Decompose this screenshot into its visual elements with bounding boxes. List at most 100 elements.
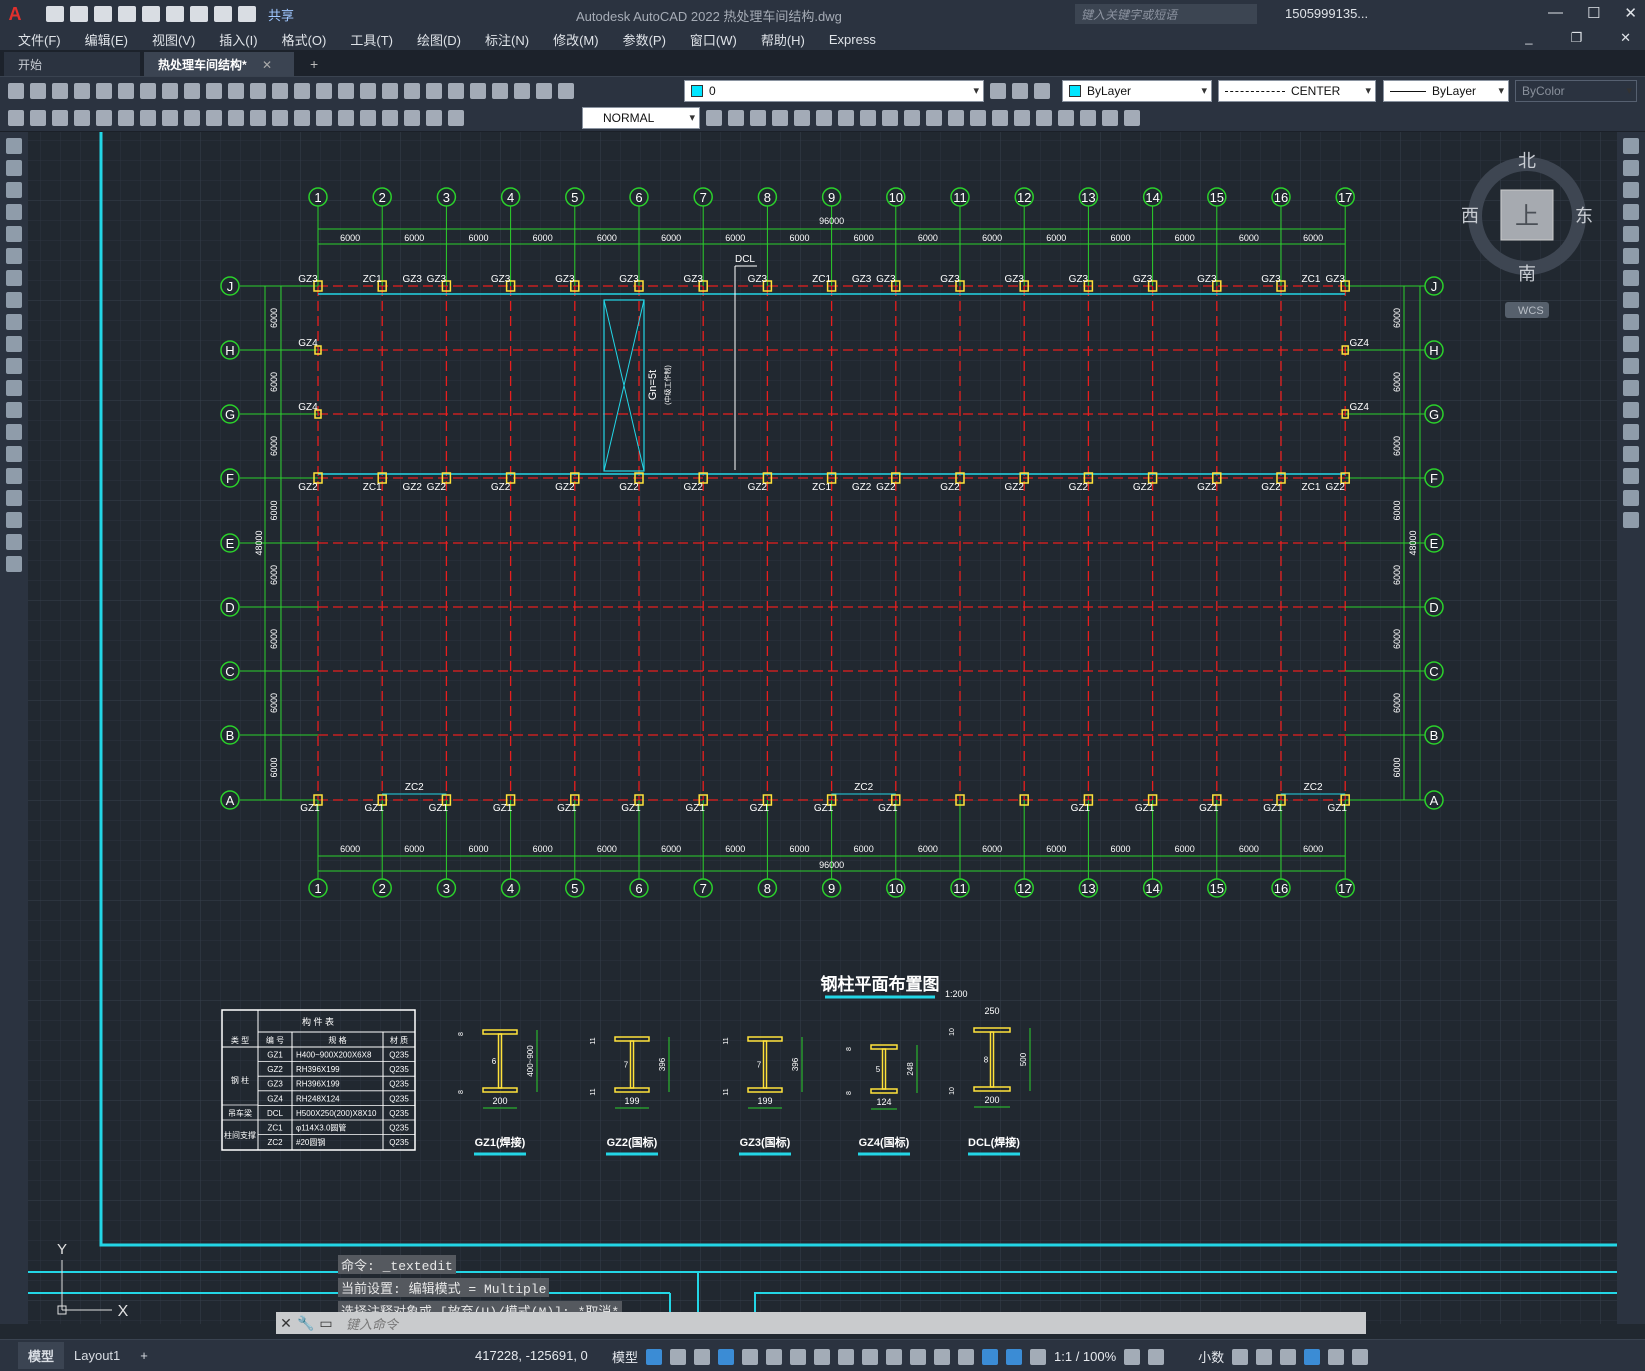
lock-ui-icon[interactable] [1256, 1348, 1273, 1365]
clean-screen-icon[interactable] [1328, 1348, 1345, 1365]
units-dropdown[interactable]: 小数 [1198, 1347, 1224, 1366]
linetype-dropdown[interactable]: CENTER [1218, 80, 1376, 102]
add-selected-icon[interactable] [6, 556, 22, 572]
save-web-icon[interactable] [166, 6, 184, 22]
tolerance-icon[interactable] [294, 110, 310, 126]
isolate-objects-icon[interactable] [1280, 1348, 1297, 1365]
text-icon[interactable] [6, 534, 22, 550]
diameter-icon[interactable] [140, 110, 156, 126]
radius-icon[interactable] [96, 110, 112, 126]
new-tab-button[interactable]: + [302, 52, 326, 76]
union-icon[interactable] [948, 110, 964, 126]
sweep-icon[interactable] [904, 110, 920, 126]
mdi-close-icon[interactable]: ✕ [1620, 30, 1631, 46]
add-layout-button[interactable]: + [130, 1344, 158, 1367]
layer-previous-icon[interactable] [990, 83, 1006, 99]
redo-icon[interactable] [294, 83, 310, 99]
menu-item-9[interactable]: 参数(P) [623, 30, 666, 49]
preview-icon[interactable] [96, 83, 112, 99]
chamfer-icon[interactable] [1623, 446, 1639, 462]
menu-item-5[interactable]: 工具(T) [350, 30, 393, 49]
dim-update-icon[interactable] [426, 110, 442, 126]
save-icon[interactable] [94, 6, 112, 22]
workspace-icon[interactable] [1124, 1348, 1141, 1365]
menu-item-0[interactable]: 文件(F) [18, 30, 61, 49]
subtract-icon[interactable] [970, 110, 986, 126]
ellipse-arc-icon[interactable] [6, 358, 22, 374]
copy-object-icon[interactable] [1623, 160, 1639, 176]
calculator-icon[interactable] [514, 83, 530, 99]
jogged-icon[interactable] [118, 110, 134, 126]
open-web-icon[interactable] [142, 6, 160, 22]
rectangle-icon[interactable] [6, 226, 22, 242]
menu-item-2[interactable]: 视图(V) [152, 30, 195, 49]
selection-cycling-icon[interactable] [886, 1348, 903, 1365]
close-tab-icon[interactable]: ✕ [262, 58, 272, 72]
layer-dropdown[interactable]: 0 [684, 80, 984, 102]
undo-icon[interactable] [272, 83, 288, 99]
open-file-icon[interactable] [70, 6, 88, 22]
insert-block-icon[interactable] [6, 380, 22, 396]
menu-item-3[interactable]: 插入(I) [219, 30, 257, 49]
table-icon[interactable] [6, 512, 22, 528]
construction-line-icon[interactable] [6, 160, 22, 176]
dim-style-icon[interactable] [448, 110, 464, 126]
command-input[interactable]: 键入命令 [336, 1314, 1366, 1333]
share-button[interactable]: 共享 [268, 5, 294, 24]
erase-icon[interactable] [1623, 138, 1639, 154]
auto-scale-icon[interactable] [1030, 1348, 1047, 1365]
new-icon[interactable] [8, 83, 24, 99]
baseline-icon[interactable] [206, 110, 222, 126]
gradient-icon[interactable] [6, 468, 22, 484]
material-icon[interactable] [1124, 110, 1140, 126]
tab-start[interactable]: 开始 [4, 52, 140, 76]
break-obj-icon[interactable] [1623, 402, 1639, 418]
search-input[interactable]: 键入关键字或短语 [1075, 4, 1257, 24]
menu-item-1[interactable]: 编辑(E) [85, 30, 128, 49]
viewcube-east[interactable]: 东 [1575, 206, 1593, 226]
zoom-previous-icon[interactable] [382, 83, 398, 99]
minimize-button[interactable]: — [1548, 4, 1563, 22]
trim-icon[interactable] [1623, 336, 1639, 352]
cut-icon[interactable] [162, 83, 178, 99]
isodraft-icon[interactable] [766, 1348, 783, 1365]
scale-icon[interactable] [1623, 292, 1639, 308]
menu-item-6[interactable]: 绘图(D) [417, 30, 461, 49]
extend-icon[interactable] [1623, 358, 1639, 374]
block-icon[interactable] [250, 83, 266, 99]
menu-item-12[interactable]: Express [829, 32, 876, 47]
print-icon[interactable] [74, 83, 90, 99]
polar-toggle-icon[interactable] [742, 1348, 759, 1365]
quick-dim-icon[interactable] [184, 110, 200, 126]
hatch-icon[interactable] [6, 446, 22, 462]
box-icon[interactable] [728, 110, 744, 126]
3d-osnap-icon[interactable] [910, 1348, 927, 1365]
model-space-toggle[interactable]: 模型 [612, 1347, 638, 1366]
array-icon[interactable] [1623, 226, 1639, 242]
space-icon[interactable] [250, 110, 266, 126]
undo-icon[interactable] [214, 6, 232, 22]
inspect-icon[interactable] [338, 110, 354, 126]
tab-model[interactable]: 模型 [18, 1342, 65, 1369]
revcloud-icon[interactable] [6, 292, 22, 308]
help-icon[interactable] [536, 83, 552, 99]
circle-icon[interactable] [6, 270, 22, 286]
annotation-visibility-icon[interactable] [1006, 1348, 1023, 1365]
break-icon[interactable] [272, 110, 288, 126]
arc-icon[interactable] [6, 248, 22, 264]
user-account[interactable]: 1505999135... [1285, 6, 1368, 21]
ortho-toggle-icon[interactable] [718, 1348, 735, 1365]
markup-icon[interactable] [492, 83, 508, 99]
sheet-set-icon[interactable] [470, 83, 486, 99]
cylinder-icon[interactable] [772, 110, 788, 126]
redo-icon[interactable] [238, 6, 256, 22]
viewcube-west[interactable]: 西 [1461, 206, 1479, 226]
viewcube-north[interactable]: 北 [1518, 151, 1536, 171]
polygon-icon[interactable] [6, 204, 22, 220]
shell-icon[interactable] [1058, 110, 1074, 126]
make-block-icon[interactable] [6, 402, 22, 418]
save-as-icon[interactable] [118, 6, 136, 22]
linear-dim-icon[interactable] [8, 110, 24, 126]
tab-layout1[interactable]: Layout1 [64, 1344, 130, 1367]
color-dropdown[interactable]: ByLayer [1062, 80, 1212, 102]
